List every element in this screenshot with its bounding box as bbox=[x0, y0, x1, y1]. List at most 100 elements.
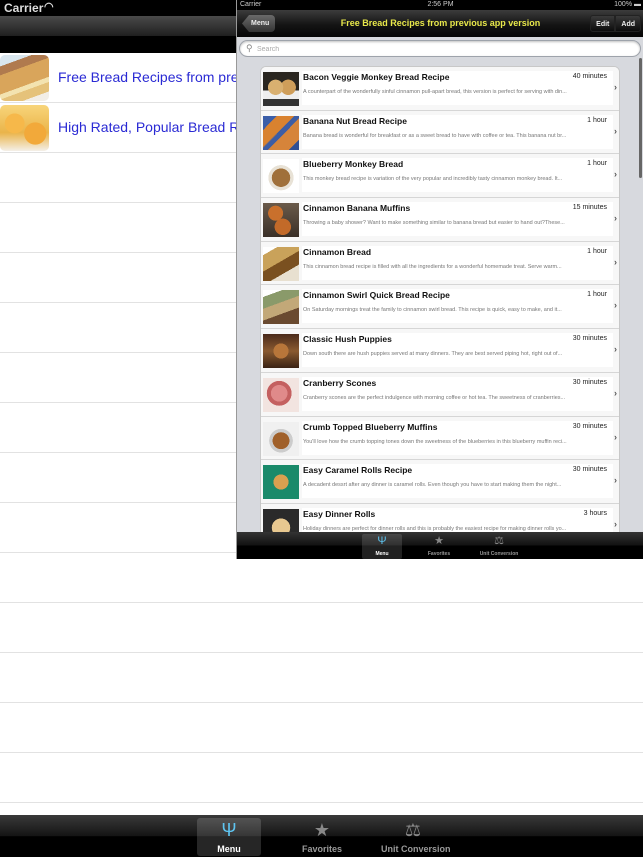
fork-icon: Ψ bbox=[377, 535, 387, 547]
tab-unit-conversion[interactable]: ⚖ Unit Conversion bbox=[479, 534, 519, 559]
star-icon: ★ bbox=[434, 535, 444, 547]
chevron-right-icon: › bbox=[614, 344, 617, 355]
recipe-title: Cinnamon Bread bbox=[303, 246, 372, 257]
recipe-thumbnail bbox=[263, 159, 299, 194]
search-icon: ⚲ bbox=[246, 43, 253, 53]
chevron-right-icon: › bbox=[614, 125, 617, 136]
recipe-row[interactable]: Crumb Topped Blueberry Muffins 30 minutes… bbox=[261, 416, 619, 461]
tab-menu[interactable]: Ψ Menu bbox=[362, 534, 402, 559]
recipe-thumbnail bbox=[263, 465, 299, 500]
recipe-description: A counterpart of the wonderfully sinful … bbox=[303, 89, 567, 95]
recipe-row[interactable]: Blueberry Monkey Bread 1 hour This monkey … bbox=[261, 154, 619, 199]
recipe-row[interactable]: Cinnamon Banana Muffins 15 minutes Throwin… bbox=[261, 198, 619, 242]
recipe-time: 1 hour bbox=[587, 291, 607, 299]
edit-button[interactable]: Edit bbox=[590, 15, 616, 32]
recipe-description: You'll love how the crumb topping tones … bbox=[303, 438, 567, 445]
tab-menu[interactable]: Ψ Menu bbox=[197, 818, 261, 856]
recipe-title: Cranberry Scones bbox=[303, 377, 377, 388]
carrier-label: Carrier bbox=[4, 1, 44, 15]
tab-label: Menu bbox=[375, 551, 389, 557]
recipe-row[interactable]: Classic Hush Puppies 30 minutes Down south… bbox=[261, 329, 619, 373]
recipe-title: Banana Nut Bread Recipe bbox=[303, 115, 407, 126]
recipe-thumbnail bbox=[263, 334, 299, 369]
recipe-thumbnail bbox=[263, 377, 299, 412]
recipe-description: A decadent dessrt after any dinner is ca… bbox=[303, 482, 562, 489]
battery-percent: 100% bbox=[614, 1, 633, 8]
tab-label: Unit Conversion bbox=[479, 551, 519, 557]
recipe-row[interactable]: Cinnamon Bread 1 hour This cinnamon bread … bbox=[261, 241, 619, 286]
recipe-time: 30 minutes bbox=[572, 378, 607, 386]
recipe-description: Throwing a baby shower? Want to make som… bbox=[303, 220, 565, 227]
tab-label: Menu bbox=[217, 844, 241, 854]
recipe-time: 1 hour bbox=[587, 160, 607, 168]
recipe-title: Crumb Topped Blueberry Muffins bbox=[303, 421, 438, 432]
recipe-title: Cinnamon Swirl Quick Bread Recipe bbox=[303, 290, 450, 301]
recipe-description: Cranberry scones are the perfect indulge… bbox=[303, 394, 566, 401]
recipe-thumbnail bbox=[263, 290, 299, 325]
empty-row bbox=[0, 703, 643, 753]
recipe-thumbnail bbox=[263, 421, 299, 456]
empty-row bbox=[0, 603, 643, 653]
chevron-right-icon: › bbox=[614, 431, 617, 442]
recipe-time: 3 hours bbox=[583, 509, 607, 517]
add-button[interactable]: Add bbox=[615, 15, 641, 32]
tab-unit-conversion[interactable]: ⚖ Unit Conversion bbox=[381, 818, 451, 856]
recipe-time: 30 minutes bbox=[572, 466, 607, 474]
recipe-row[interactable]: Banana Nut Bread Recipe 1 hour Banana brea… bbox=[261, 110, 619, 155]
recipe-thumbnail bbox=[263, 115, 299, 150]
clock: 2:56 PM bbox=[427, 1, 454, 8]
bread-loaf-image bbox=[0, 55, 49, 101]
tab-label: Favorites bbox=[301, 844, 343, 854]
chevron-right-icon: › bbox=[614, 82, 617, 92]
recipe-time: 30 minutes bbox=[572, 422, 607, 430]
recipe-time: 30 minutes bbox=[572, 335, 607, 343]
chevron-right-icon: › bbox=[614, 256, 617, 267]
recipe-description: Down south there are hush puppies served… bbox=[303, 351, 563, 358]
search-bar: ⚲ bbox=[239, 40, 641, 57]
nav-actions: Edit Add bbox=[590, 15, 641, 32]
recipe-title: Blueberry Monkey Bread bbox=[303, 159, 404, 170]
page-title: Free Bread Recipes from previous app ver… bbox=[340, 18, 541, 28]
tab-favorites[interactable]: ★ Favorites bbox=[290, 818, 354, 856]
recipe-row[interactable]: Cinnamon Swirl Quick Bread Recipe 1 hour O… bbox=[261, 285, 619, 330]
recipe-row[interactable]: Bacon Veggie Monkey Bread Recipe 40 minut… bbox=[261, 67, 619, 111]
tab-label: Unit Conversion bbox=[381, 844, 451, 854]
recipe-list-screen: Carrier 2:56 PM 100% ▬ Menu Free Bread R… bbox=[236, 0, 643, 559]
tab-bar: Ψ Menu ★ Favorites ⚖ Unit Conversion bbox=[0, 815, 643, 857]
cornbread-image bbox=[0, 105, 49, 151]
battery-indicator: 100% ▬ bbox=[614, 1, 641, 8]
recipe-time: 1 hour bbox=[587, 247, 607, 255]
recipe-title: Easy Caramel Rolls Recipe bbox=[303, 465, 413, 476]
status-bar: Carrier 2:56 PM 100% ▬ bbox=[237, 0, 643, 10]
chevron-right-icon: › bbox=[614, 300, 617, 311]
recipe-title: Classic Hush Puppies bbox=[303, 334, 392, 345]
navigation-bar: Menu Free Bread Recipes from previous ap… bbox=[237, 10, 643, 37]
scrollbar[interactable] bbox=[639, 58, 642, 178]
chevron-right-icon: › bbox=[614, 213, 617, 224]
recipe-time: 1 hour bbox=[587, 116, 607, 124]
fork-icon: Ψ bbox=[221, 820, 237, 840]
chevron-right-icon: › bbox=[614, 518, 617, 529]
recipe-description: Banana bread is wonderful for breakfast … bbox=[303, 132, 567, 139]
star-icon: ★ bbox=[313, 820, 331, 840]
recipe-description: On Saturday mornings treat the family to… bbox=[303, 307, 562, 314]
scale-icon: ⚖ bbox=[494, 535, 504, 547]
recipe-thumbnail bbox=[263, 203, 299, 238]
empty-row bbox=[0, 653, 643, 703]
scale-icon: ⚖ bbox=[404, 820, 422, 840]
recipe-thumbnail bbox=[263, 246, 299, 281]
recipe-row[interactable]: Cranberry Scones 30 minutes Cranberry scon… bbox=[261, 372, 619, 417]
recipe-list: Bacon Veggie Monkey Bread Recipe 40 minut… bbox=[260, 66, 620, 549]
recipe-description: This cinnamon bread recipe is filled wit… bbox=[303, 263, 562, 270]
recipe-description: This monkey bread recipe is variation of… bbox=[303, 176, 563, 183]
chevron-right-icon: › bbox=[614, 475, 617, 486]
tab-favorites[interactable]: ★ Favorites bbox=[419, 534, 459, 559]
recipe-time: 15 minutes bbox=[572, 204, 607, 212]
recipe-title: Bacon Veggie Monkey Bread Recipe bbox=[303, 72, 450, 82]
wifi-icon: ◠ bbox=[44, 1, 54, 13]
search-input[interactable] bbox=[257, 43, 627, 55]
recipe-row[interactable]: Easy Caramel Rolls Recipe 30 minutes A dec… bbox=[261, 460, 619, 504]
recipe-title: Cinnamon Banana Muffins bbox=[303, 203, 411, 214]
recipe-title: Easy Dinner Rolls bbox=[303, 508, 376, 519]
empty-row bbox=[0, 753, 643, 803]
